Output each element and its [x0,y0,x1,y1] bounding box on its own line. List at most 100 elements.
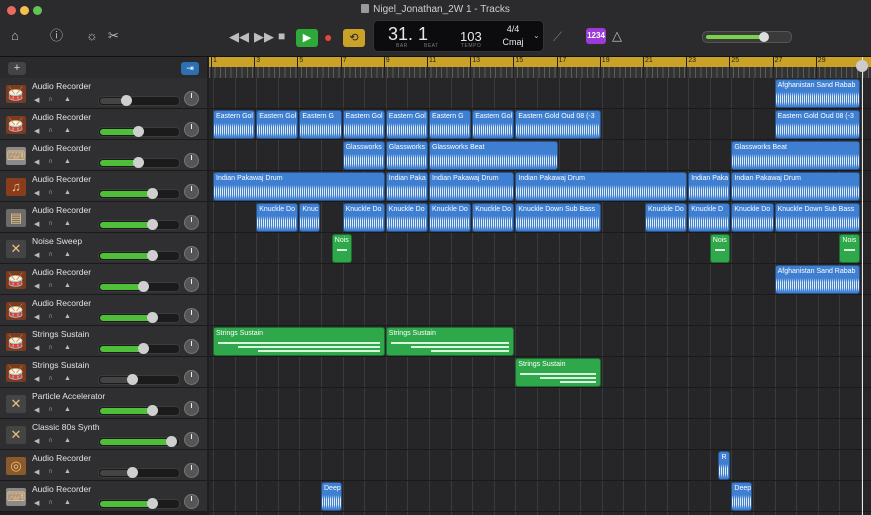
audio-region[interactable]: Eastern Gol [256,110,299,139]
library-icon[interactable]: ⌂ [11,29,19,43]
editors-scissors-icon[interactable]: ✂ [108,29,119,43]
track-header[interactable]: 🥁 Strings Sustain ◀ ∩ ▲ [0,357,207,388]
audio-region[interactable]: Knuckle Down Sub Bass [774,203,860,232]
audio-region[interactable]: Indian Paka [688,172,731,201]
pan-knob[interactable] [184,370,199,385]
audio-region[interactable]: Glassworks [385,141,428,170]
pan-knob[interactable] [184,463,199,478]
cycle-button[interactable]: ⟲ [343,29,365,47]
track-header[interactable]: ◎ Audio Recorder ◀ ∩ ▲ [0,450,207,481]
mute-icon[interactable]: ◀ [34,220,39,228]
mute-icon[interactable]: ◀ [34,499,39,507]
timeline-ruler[interactable]: 1 3 5 7 9 11 13 15 17 19 21 23 25 27 29 [209,57,871,78]
metronome-icon[interactable]: △ [612,29,622,43]
track-volume-knob[interactable] [147,405,158,416]
audio-region[interactable]: Knuckle Do [645,203,688,232]
audio-region[interactable]: Eastern Gol [472,110,515,139]
track-volume-slider[interactable] [98,95,180,106]
lcd-chevron-down-icon[interactable]: ⌄ [533,31,540,40]
headphones-solo-icon[interactable]: ∩ [48,282,53,289]
record-enable-icon[interactable]: ▲ [64,220,71,227]
audio-region[interactable]: Knuckle D [688,203,731,232]
midi-region[interactable]: Nois [331,234,353,263]
headphones-solo-icon[interactable]: ∩ [48,189,53,196]
pan-knob[interactable] [184,215,199,230]
headphones-solo-icon[interactable]: ∩ [48,220,53,227]
track-volume-knob[interactable] [147,188,158,199]
record-enable-icon[interactable]: ▲ [64,282,71,289]
midi-region[interactable]: Strings Sustain [213,327,385,356]
audio-region[interactable]: Deep [321,482,342,511]
pan-knob[interactable] [184,184,199,199]
track-volume-slider[interactable] [98,312,180,323]
track-name[interactable]: Noise Sweep [32,236,82,246]
audio-region[interactable]: Eastern G [429,110,472,139]
play-button[interactable]: ▶ [296,29,318,47]
record-enable-icon[interactable]: ▲ [64,406,71,413]
headphones-solo-icon[interactable]: ∩ [48,375,53,382]
midi-region[interactable]: Strings Sustain [385,327,515,356]
track-header[interactable]: 🥁 Strings Sustain ◀ ∩ ▲ [0,326,207,357]
mute-icon[interactable]: ◀ [34,127,39,135]
audio-region[interactable]: Indian Pakawaj Drum [731,172,860,201]
mute-icon[interactable]: ◀ [34,158,39,166]
record-icon[interactable]: ● [324,30,332,44]
record-enable-icon[interactable]: ▲ [64,158,71,165]
pan-knob[interactable] [184,91,199,106]
pan-knob[interactable] [184,494,199,509]
lcd-display[interactable]: 31. 1 BAR BEAT 103 TEMPO 4/4 Cmaj ⌄ [373,20,544,52]
mute-icon[interactable]: ◀ [34,313,39,321]
headphones-solo-icon[interactable]: ∩ [48,96,53,103]
pan-knob[interactable] [184,432,199,447]
headphones-solo-icon[interactable]: ∩ [48,437,53,444]
track-name[interactable]: Strings Sustain [32,329,89,339]
track-volume-knob[interactable] [166,436,177,447]
mute-icon[interactable]: ◀ [34,375,39,383]
track-volume-knob[interactable] [133,126,144,137]
track-name[interactable]: Audio Recorder [32,143,91,153]
pan-knob[interactable] [184,246,199,261]
count-in-button[interactable]: 1234 [586,28,606,44]
master-volume-slider[interactable] [702,31,792,43]
track-volume-slider[interactable] [98,250,180,261]
pan-knob[interactable] [184,308,199,323]
rewind-icon[interactable]: ◀◀ [229,30,249,44]
audio-region[interactable]: Knuckle Do [731,203,774,232]
audio-region[interactable]: Eastern Gol [385,110,428,139]
track-volume-slider[interactable] [98,188,180,199]
track-volume-slider[interactable] [98,281,180,292]
track-name[interactable]: Audio Recorder [32,453,91,463]
track-volume-knob[interactable] [147,498,158,509]
track-header[interactable]: 🥁 Audio Recorder ◀ ∩ ▲ [0,295,207,326]
audio-region[interactable]: Eastern Gol [342,110,385,139]
audio-region[interactable]: Knuckle Do [429,203,472,232]
audio-region[interactable]: Indian Pakawaj Drum [213,172,385,201]
audio-region[interactable]: Knuc [299,203,320,232]
audio-region[interactable]: Glassworks [342,141,385,170]
add-track-button[interactable]: + [8,62,26,75]
mute-icon[interactable]: ◀ [34,344,39,352]
midi-region[interactable]: Strings Sustain [515,358,601,387]
track-volume-slider[interactable] [98,343,180,354]
track-header[interactable]: ✕ Classic 80s Synth ◀ ∩ ▲ [0,419,207,450]
audio-region[interactable]: Glassworks Beat [731,141,860,170]
track-header[interactable]: ▤ Audio Recorder ◀ ∩ ▲ [0,202,207,233]
track-volume-slider[interactable] [98,126,180,137]
headphones-solo-icon[interactable]: ∩ [48,344,53,351]
track-volume-knob[interactable] [127,374,138,385]
record-enable-icon[interactable]: ▲ [64,375,71,382]
track-header[interactable]: 🥁 Audio Recorder ◀ ∩ ▲ [0,78,207,109]
track-volume-slider[interactable] [98,219,180,230]
audio-region[interactable]: Eastern Gold Oud 08 (-3 [515,110,601,139]
help-icon[interactable]: ⓘ [50,29,63,43]
audio-region[interactable]: Eastern G [299,110,342,139]
headphones-solo-icon[interactable]: ∩ [48,313,53,320]
midi-region[interactable]: Nois [839,234,860,263]
record-enable-icon[interactable]: ▲ [64,437,71,444]
track-volume-slider[interactable] [98,405,180,416]
track-name[interactable]: Audio Recorder [32,174,91,184]
tracks-area[interactable]: Afghanistan Sand Rabab Eastern Gol Eastern… [209,78,871,515]
track-volume-slider[interactable] [98,436,180,447]
headphones-solo-icon[interactable]: ∩ [48,406,53,413]
track-name[interactable]: Audio Recorder [32,298,91,308]
